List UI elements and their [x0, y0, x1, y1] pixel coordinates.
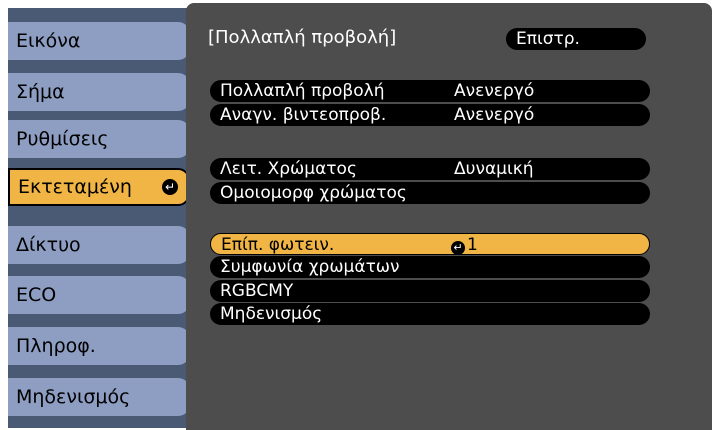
enter-icon: ↵	[162, 179, 178, 195]
row-label: Ομοιομορφ χρώματος	[220, 183, 407, 203]
menu-row-projector-id[interactable]: Αναγν. βιντεοπροβ. Ανενεργό	[210, 104, 650, 126]
back-button[interactable]: Επιστρ.	[506, 28, 646, 50]
sidebar-item-settings[interactable]: Ρυθμίσεις	[8, 120, 190, 158]
sidebar-item-label: Πληροφ.	[16, 335, 96, 357]
page-title: [Πολλαπλή προβολή]	[208, 27, 397, 48]
row-value: Ανενεργό	[454, 81, 535, 101]
enter-icon: ↵	[451, 241, 465, 255]
sidebar-item-eco[interactable]: ECO	[8, 276, 190, 314]
row-value: 1	[467, 235, 478, 255]
row-value-wrap: ↵ 1	[451, 234, 478, 256]
row-label: Λειτ. Χρώματος	[220, 159, 357, 179]
menu-row-multi-projection[interactable]: Πολλαπλή προβολή Ανενεργό	[210, 80, 650, 102]
row-label: RGBCMY	[220, 281, 294, 301]
row-label: Αναγν. βιντεοπροβ.	[220, 105, 387, 125]
sidebar-item-label: Σήμα	[16, 81, 65, 103]
sidebar-item-label: Δίκτυο	[16, 234, 81, 256]
submenu-panel: [Πολλαπλή προβολή] Επιστρ. Πολλαπλή προβ…	[186, 3, 712, 430]
sidebar-item-label: Εκτεταμένη	[18, 176, 132, 198]
projector-menu-screen: Εικόνα Σήμα Ρυθμίσεις Εκτεταμένη ↵ Δίκτυ…	[0, 0, 719, 430]
row-label: Επίπ. φωτειν.	[221, 235, 335, 255]
sidebar-item-extended[interactable]: Εκτεταμένη ↵	[8, 168, 190, 206]
sidebar-item-label: Εικόνα	[16, 30, 81, 52]
row-value: Δυναμική	[454, 159, 534, 179]
row-label: Πολλαπλή προβολή	[220, 81, 385, 101]
row-value: Ανενεργό	[454, 105, 535, 125]
sidebar-item-image[interactable]: Εικόνα	[8, 22, 190, 60]
sidebar-item-label: Μηδενισμός	[16, 386, 131, 408]
sidebar-item-network[interactable]: Δίκτυο	[8, 226, 190, 264]
sidebar-item-reset[interactable]: Μηδενισμός	[8, 378, 190, 416]
row-label: Μηδενισμός	[220, 304, 323, 324]
sidebar-item-label: ECO	[16, 284, 57, 306]
menu-row-brightness-level[interactable]: Επίπ. φωτειν. ↵ 1	[210, 233, 650, 255]
menu-row-reset[interactable]: Μηδενισμός	[210, 303, 650, 325]
menu-row-color-uniformity[interactable]: Ομοιομορφ χρώματος	[210, 182, 650, 204]
row-label: Συμφωνία χρωμάτων	[220, 257, 400, 277]
sidebar-item-info[interactable]: Πληροφ.	[8, 327, 190, 365]
sidebar-background	[8, 8, 188, 428]
menu-row-color-mode[interactable]: Λειτ. Χρώματος Δυναμική	[210, 158, 650, 180]
sidebar-item-signal[interactable]: Σήμα	[8, 73, 190, 111]
menu-row-color-matching[interactable]: Συμφωνία χρωμάτων	[210, 256, 650, 278]
menu-row-rgbcmy[interactable]: RGBCMY	[210, 280, 650, 302]
sidebar-item-label: Ρυθμίσεις	[16, 128, 109, 150]
